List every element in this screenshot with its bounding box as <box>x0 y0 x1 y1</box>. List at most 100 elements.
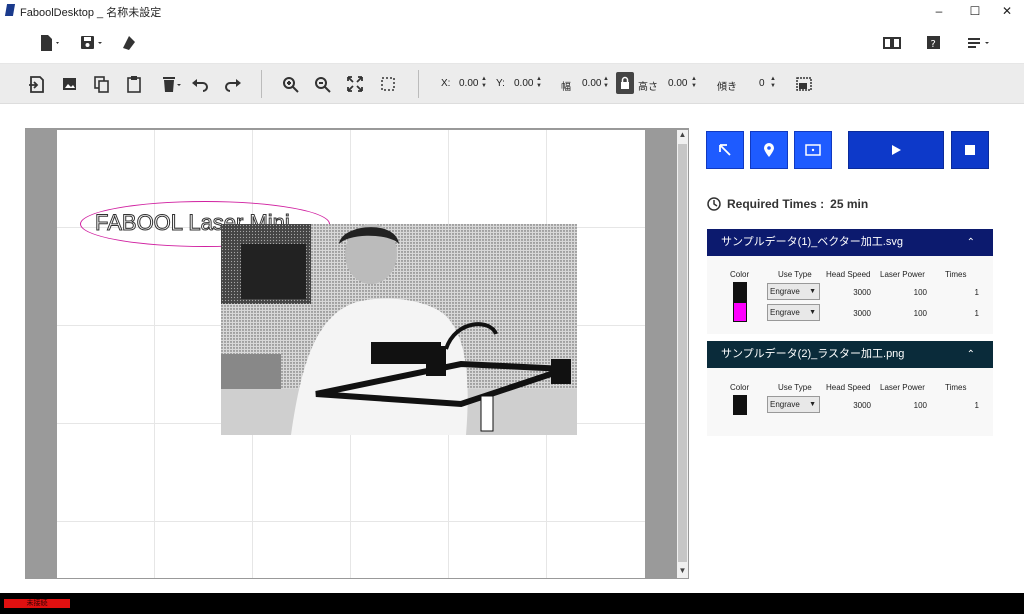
save-button[interactable] <box>79 32 105 54</box>
zoom-out-icon[interactable] <box>313 75 333 93</box>
col-use-type: Use Type <box>778 383 812 392</box>
use-type-value: Engrave <box>770 287 800 296</box>
menu-icon <box>968 38 989 48</box>
image-icon[interactable] <box>60 75 80 93</box>
use-type-value: Engrave <box>770 308 800 317</box>
width-label: 幅 <box>561 82 571 93</box>
maximize-button[interactable]: ☐ <box>958 0 992 22</box>
raster-image-object[interactable] <box>221 224 577 435</box>
col-power: Laser Power <box>880 383 925 392</box>
title-bar: FaboolDesktop _ 名称未設定 – ☐ ✕ <box>0 0 1024 22</box>
layer-name: サンプルデータ(2)_ラスター加工.png <box>721 348 905 360</box>
origin-button[interactable] <box>706 131 744 169</box>
save-icon <box>81 36 102 49</box>
position-button[interactable] <box>750 131 788 169</box>
layer-body-2: Color Use Type Head Speed Laser Power Ti… <box>707 368 993 436</box>
required-time: Required Times : 25 min <box>707 197 868 211</box>
col-color: Color <box>730 383 750 392</box>
times-value: 1 <box>974 309 979 318</box>
play-icon <box>892 145 901 155</box>
stop-button[interactable] <box>951 131 989 169</box>
required-time-value: 25 min <box>830 197 869 211</box>
location-pin-icon <box>764 143 774 157</box>
start-button[interactable] <box>848 131 944 169</box>
chevron-up-icon[interactable]: ⌃ <box>967 229 975 256</box>
width-spinner[interactable]: ▲ ▼ <box>603 76 609 90</box>
x-field[interactable]: 0.00 <box>459 78 478 89</box>
color-swatch-black[interactable] <box>733 282 747 302</box>
height-field[interactable]: 0.00 <box>668 78 687 89</box>
import-icon[interactable] <box>27 75 47 93</box>
power-value: 100 <box>913 288 927 297</box>
close-button[interactable]: ✕ <box>990 0 1024 22</box>
zoom-in-icon[interactable] <box>281 75 301 93</box>
canvas-area[interactable]: FABOOL Laser Mini ▲ ▼ <box>25 128 689 579</box>
scroll-down-icon[interactable]: ▼ <box>677 566 688 578</box>
paste-icon[interactable] <box>125 75 145 93</box>
undo-icon[interactable] <box>191 75 211 93</box>
new-file-button[interactable] <box>38 32 62 54</box>
trace-icon[interactable] <box>795 75 815 93</box>
scrollbar-thumb[interactable] <box>678 144 687 562</box>
file-icon <box>41 35 59 51</box>
angle-spinner[interactable]: ▲ ▼ <box>770 76 776 90</box>
copy-icon[interactable] <box>92 75 112 93</box>
fit-screen-icon[interactable] <box>346 75 366 93</box>
delete-icon[interactable] <box>160 75 184 93</box>
work-area[interactable]: FABOOL Laser Mini <box>57 130 645 578</box>
dropdown-arrow-icon: ▼ <box>809 401 816 408</box>
origin-arrow-icon <box>719 144 731 156</box>
aspect-lock-button[interactable] <box>616 72 634 94</box>
col-color: Color <box>730 270 750 279</box>
material-button[interactable] <box>120 32 138 54</box>
power-value: 100 <box>913 309 927 318</box>
col-speed: Head Speed <box>826 383 871 392</box>
connection-status-badge: 未接続 <box>4 599 70 608</box>
toolbar-separator <box>261 70 262 98</box>
height-spinner[interactable]: ▲ ▼ <box>691 76 697 90</box>
frame-icon <box>805 144 821 156</box>
help-button[interactable]: ? <box>925 32 943 54</box>
dropdown-arrow-icon: ▼ <box>809 309 816 316</box>
scroll-up-icon[interactable]: ▲ <box>677 130 688 142</box>
eraser-icon <box>123 36 135 50</box>
app-icon <box>4 4 16 16</box>
grid-line <box>154 130 155 578</box>
use-type-select[interactable]: Engrave ▼ <box>767 396 820 413</box>
menu-button[interactable] <box>966 32 992 54</box>
col-power: Laser Power <box>880 270 925 279</box>
chevron-up-icon[interactable]: ⌃ <box>967 341 975 368</box>
use-type-select[interactable]: Engrave ▼ <box>767 304 820 321</box>
times-value: 1 <box>974 288 979 297</box>
y-spinner[interactable]: ▲ ▼ <box>536 76 542 90</box>
minimize-button[interactable]: – <box>922 0 956 22</box>
layer-header-2[interactable]: サンプルデータ(2)_ラスター加工.png ⌃ <box>707 341 993 368</box>
angle-field[interactable]: 0 <box>759 78 765 89</box>
vertical-scrollbar[interactable]: ▲ ▼ <box>677 130 688 578</box>
photo-image <box>221 224 577 435</box>
frame-button[interactable] <box>794 131 832 169</box>
width-field[interactable]: 0.00 <box>582 78 601 89</box>
dropdown-arrow-icon: ▼ <box>809 288 816 295</box>
use-type-select[interactable]: Engrave ▼ <box>767 283 820 300</box>
lock-icon <box>621 76 629 89</box>
toolbar-separator <box>418 70 419 98</box>
help-icon: ? <box>927 36 940 50</box>
col-times: Times <box>945 383 967 392</box>
redo-icon[interactable] <box>223 75 243 93</box>
edit-toolbar: X: 0.00 ▲ ▼ Y: 0.00 ▲ ▼ 幅 0.00 ▲ ▼ 高さ 0.00 … <box>0 64 1024 104</box>
layer-header-1[interactable]: サンプルデータ(1)_ベクター加工.svg ⌃ <box>707 229 993 256</box>
x-spinner[interactable]: ▲ ▼ <box>481 76 487 90</box>
x-label: X: <box>441 78 451 89</box>
select-all-icon[interactable] <box>379 75 399 93</box>
color-swatch-magenta[interactable] <box>733 302 747 322</box>
manual-button[interactable] <box>882 32 902 54</box>
speed-value: 3000 <box>853 401 871 410</box>
use-type-value: Engrave <box>770 400 800 409</box>
svg-text:?: ? <box>931 39 936 50</box>
speed-value: 3000 <box>853 288 871 297</box>
y-field[interactable]: 0.00 <box>514 78 533 89</box>
col-use-type: Use Type <box>778 270 812 279</box>
color-swatch-black[interactable] <box>733 395 747 415</box>
col-speed: Head Speed <box>826 270 871 279</box>
